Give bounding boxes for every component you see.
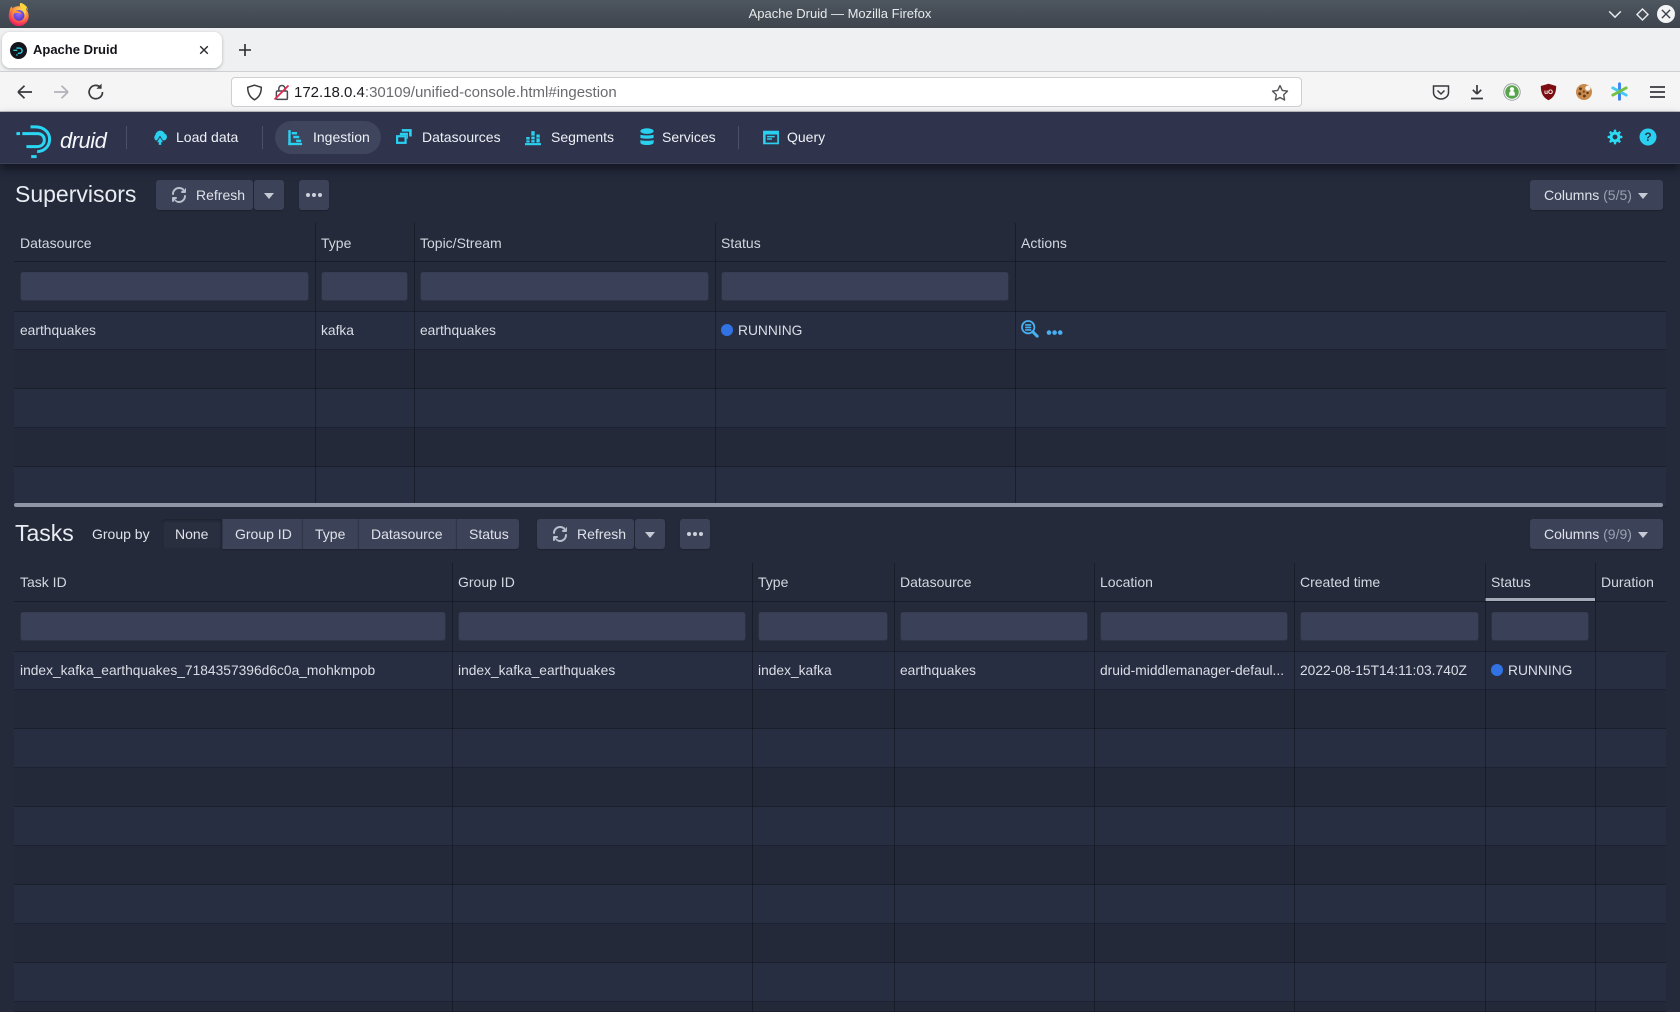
svg-text:?: ? bbox=[1644, 130, 1651, 144]
svg-text:uO: uO bbox=[1544, 89, 1553, 96]
